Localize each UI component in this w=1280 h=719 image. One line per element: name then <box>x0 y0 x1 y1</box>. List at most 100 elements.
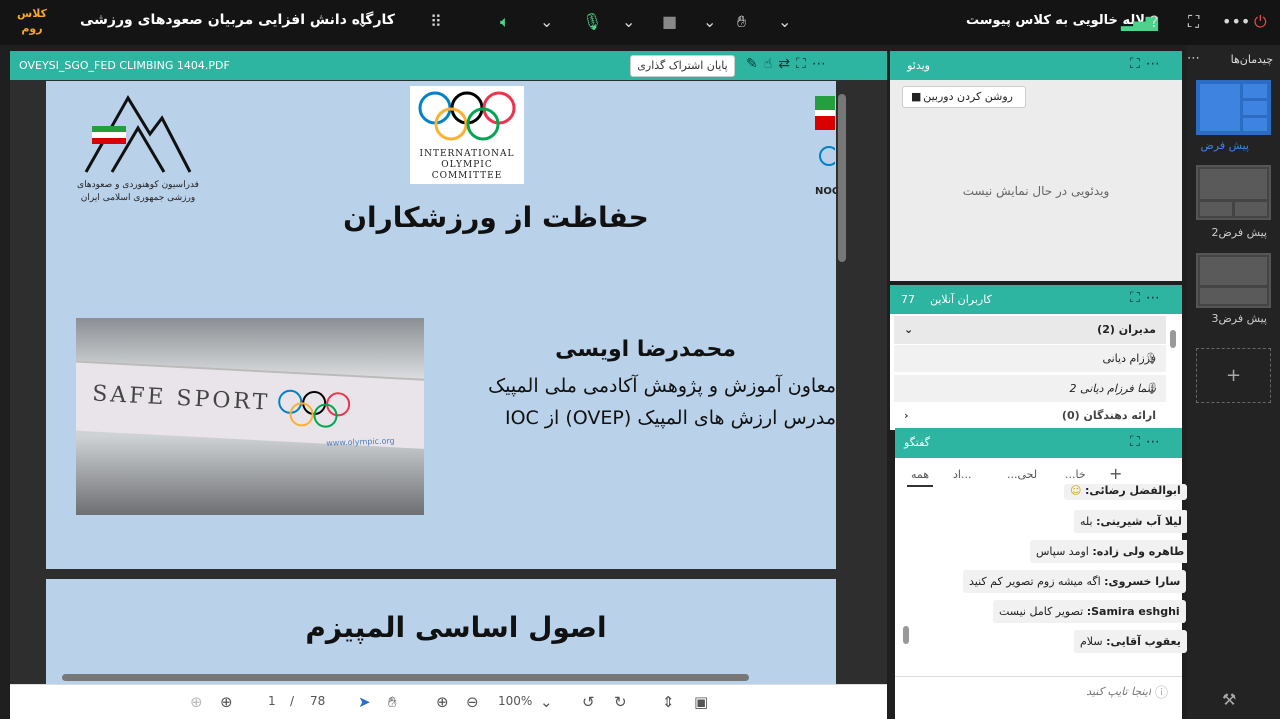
sync-icon[interactable]: ⇄ <box>778 56 796 72</box>
layout-default-label: پیش فرض <box>1200 139 1249 152</box>
pencil-icon[interactable]: ✎ <box>746 56 764 72</box>
camera-button-label: روشن کردن دوربین <box>923 90 1013 103</box>
zoom-level[interactable]: 100% <box>498 694 532 708</box>
select-tool-icon[interactable]: ➤ <box>358 693 371 711</box>
camera-icon: ■ <box>911 90 922 103</box>
chat-header: ⛶⋯ گفتگو <box>895 428 1182 458</box>
chat-text: سلام <box>1080 635 1103 648</box>
fit-page-icon[interactable]: ⇕ <box>662 693 675 711</box>
chat-input[interactable] <box>925 681 1151 701</box>
chat-text: اگه میشه زوم تصویر کم کنید <box>969 575 1101 588</box>
slide-2: اصول اساسی المپیزم <box>46 579 836 684</box>
chat-tools: ⛶⋯ <box>1130 434 1166 450</box>
join-notification: لاله خالویی به کلاس پیوست <box>966 13 1145 28</box>
fullscreen-icon[interactable]: ⛶ <box>796 56 812 72</box>
chat-message: سارا خسروی: اگه میشه زوم تصویر کم کنید <box>963 570 1187 593</box>
layout-default-2[interactable] <box>1196 165 1271 220</box>
chat-sender: ابوالفضل رضائی: <box>1084 484 1181 497</box>
chat-tab[interactable]: ...اد <box>953 468 971 481</box>
chevron-down-icon: ⌄ <box>904 323 914 336</box>
top-bar: کلاس روم ⌄ کارگاه دانش افزایی مربیان صعو… <box>0 0 1280 45</box>
chat-tab-all[interactable]: همه <box>907 468 934 487</box>
chat-input-box[interactable]: ⓘ <box>895 676 1182 704</box>
user-row[interactable]: فرزام دیانی 🎙︎ <box>894 345 1166 373</box>
zoom-in-icon[interactable]: ⊕ <box>436 693 449 711</box>
power-icon[interactable]: ⏻ <box>1254 12 1267 32</box>
zoom-out-icon[interactable]: ⊖ <box>466 693 479 711</box>
download-icon[interactable]: ▣ <box>694 693 708 711</box>
zoom-dropdown-icon[interactable]: ⌄ <box>540 693 553 711</box>
pdf-horizontal-scrollbar[interactable] <box>62 674 749 681</box>
ioc-line1: INTERNATIONAL <box>419 149 515 159</box>
fullscreen-icon[interactable]: ⛶ <box>1130 290 1146 306</box>
banner-rings-icon <box>278 389 351 428</box>
photo-banner: SAFE SPORT www.olympic.org <box>76 360 424 450</box>
microphone-icon[interactable]: 🎙︎ <box>582 12 602 32</box>
pdf-tools: ✎☝⇄⛶⋯ <box>746 56 832 72</box>
layout-default[interactable] <box>1196 80 1271 135</box>
pdf-viewer[interactable]: فدراسیون کوهنوردی و صعودهای ورزشی جمهوری… <box>10 81 887 684</box>
speaker-role-2: مدرس ارزش های المپیک (OVEP) از IOC <box>505 407 836 429</box>
page-current[interactable]: 1 <box>268 694 276 708</box>
more-icon[interactable]: ⋯ <box>1146 56 1166 72</box>
users-scrollbar[interactable] <box>1170 330 1176 348</box>
mic-options-icon[interactable]: ⌄ <box>622 12 635 32</box>
users-count: 77 <box>901 293 915 306</box>
chat-text: بله <box>1080 515 1093 528</box>
apps-grid-icon[interactable]: ⠿ <box>430 12 442 32</box>
info-icon[interactable]: ⓘ <box>1155 682 1168 701</box>
speaker-icon[interactable]: 🔈︎ <box>500 12 510 32</box>
more-icon[interactable]: ⋯ <box>1187 51 1200 66</box>
admins-group[interactable]: مدیران (2) ⌄ <box>894 316 1166 344</box>
noc-rings-icon <box>819 146 839 166</box>
next-page-icon[interactable]: ⊕ <box>220 693 233 711</box>
layout-default-2-label: پیش فرض2 <box>1211 226 1267 239</box>
chat-scrollbar[interactable] <box>903 626 909 644</box>
add-tab-icon[interactable]: + <box>1109 464 1122 483</box>
chat-tab[interactable]: لحی... <box>1007 468 1037 481</box>
presenters-group[interactable]: ارائه دهندگان (0) ‹ <box>894 405 1166 427</box>
camera-options-icon[interactable]: ⌄ <box>703 12 716 32</box>
safe-sport-photo: SAFE SPORT www.olympic.org <box>76 318 424 515</box>
camera-on-button[interactable]: روشن کردن دوربین ■ <box>902 86 1026 108</box>
class-title[interactable]: کارگاه دانش افزایی مربیان صعودهای ورزشی <box>80 12 395 28</box>
prev-page-icon[interactable]: ⊕ <box>190 693 203 711</box>
fullscreen-icon[interactable]: ⛶ <box>1130 434 1146 450</box>
more-menu-icon[interactable]: ••• <box>1222 12 1250 32</box>
emoji-icon: ☺ <box>1070 484 1082 497</box>
speaker-options-icon[interactable]: ⌄ <box>540 12 553 32</box>
more-icon[interactable]: ⋯ <box>1146 434 1166 450</box>
rotate-left-icon[interactable]: ↺ <box>582 693 595 711</box>
ioc-logo: INTERNATIONAL OLYMPIC COMMITTEE <box>410 86 524 184</box>
chat-sender: طاهره ولی زاده: <box>1092 545 1185 558</box>
noc-logo: NOC <box>815 96 839 208</box>
pdf-file-name: OVEYSI_SGO_FED CLIMBING 1404.PDF <box>19 59 230 72</box>
fullscreen-icon[interactable]: ⛶ <box>1130 56 1146 72</box>
add-layout-button[interactable]: + <box>1196 348 1271 403</box>
raise-hand-icon[interactable]: ✋︎ <box>737 12 746 32</box>
users-header: ⛶⋯ 77 کاربران آنلاین <box>890 285 1182 314</box>
pdf-vertical-scrollbar[interactable] <box>838 94 846 262</box>
hand-options-icon[interactable]: ⌄ <box>778 12 791 32</box>
chat-tab[interactable]: خا... <box>1065 468 1086 481</box>
speaker-role-1: معاون آموزش و پژوهش آکادمی ملی المپیک <box>488 375 836 397</box>
chat-sender: سارا خسروی: <box>1104 575 1181 588</box>
user-row-self[interactable]: شما فرزام دیانی 2 🎙︎ <box>894 375 1166 403</box>
end-sharing-button[interactable]: پایان اشتراک گذاری <box>630 55 735 77</box>
pointer-icon[interactable]: ☝ <box>764 56 779 72</box>
more-icon[interactable]: ⋯ <box>1146 290 1166 306</box>
help-icon[interactable]: ? <box>1150 12 1159 32</box>
layout-default-3-label: پیش فرض3 <box>1211 312 1267 325</box>
camera-icon[interactable]: ■ <box>662 12 677 32</box>
olympic-rings-icon <box>418 91 516 141</box>
logo-line2: روم <box>21 22 43 35</box>
tools-icon[interactable]: ⚒ <box>1222 690 1236 709</box>
more-icon[interactable]: ⋯ <box>812 56 832 72</box>
hand-tool-icon[interactable]: ✋︎ <box>388 693 397 711</box>
layouts-title: چیدمان‌ها <box>1230 53 1273 66</box>
rotate-right-icon[interactable]: ↻ <box>614 693 627 711</box>
chat-text: تصویر کامل نیست <box>999 605 1084 618</box>
ioc-line3: COMMITTEE <box>431 171 503 181</box>
layout-default-3[interactable] <box>1196 253 1271 308</box>
fullscreen-icon[interactable]: ⛶ <box>1188 12 1199 32</box>
